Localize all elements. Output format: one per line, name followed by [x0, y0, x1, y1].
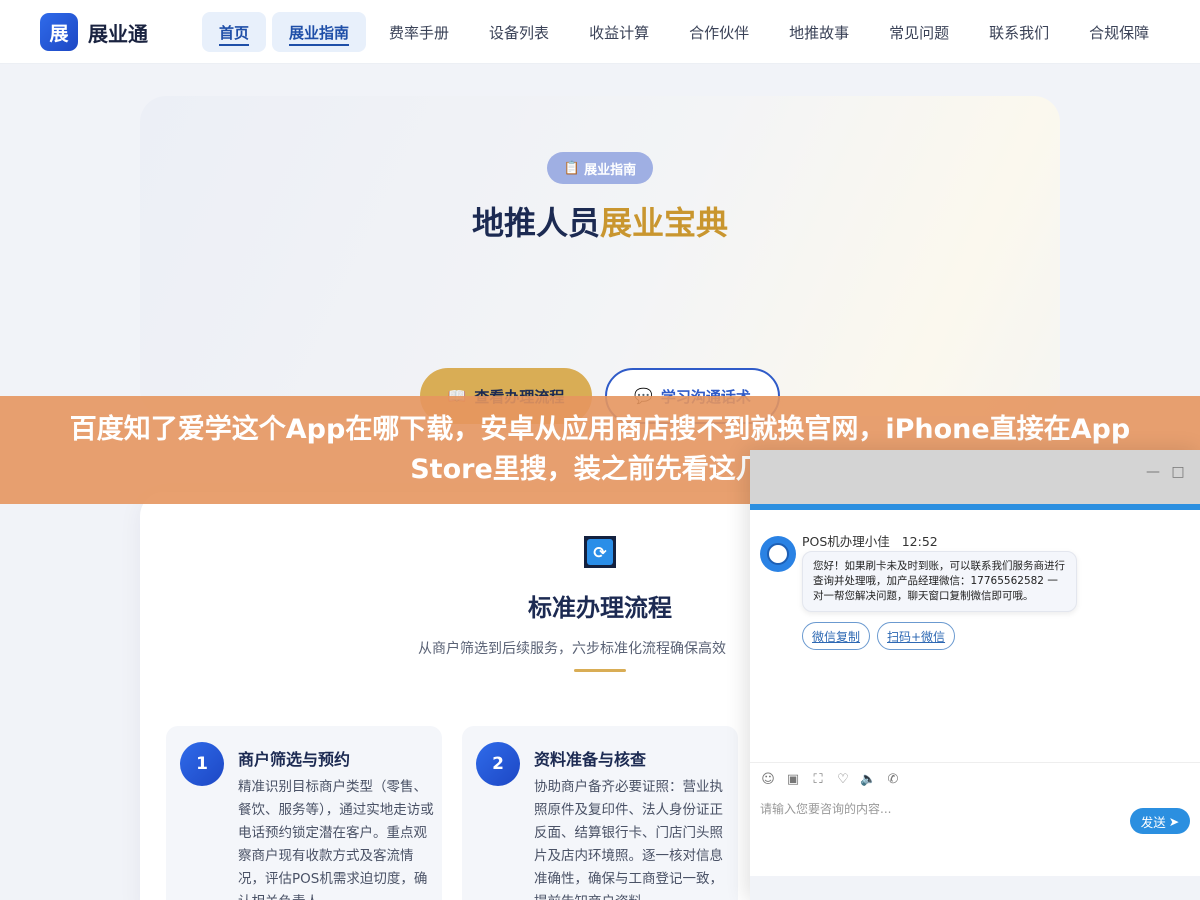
message-time: 12:52 [901, 534, 938, 549]
nav-item-contact[interactable]: 联系我们 [972, 12, 1066, 52]
hero-badge: 📋 展业指南 [547, 152, 653, 184]
chat-divider [750, 762, 1200, 763]
refresh-icon: ⟳ [584, 536, 616, 568]
nav-item-partners[interactable]: 合作伙伴 [672, 12, 766, 52]
logo[interactable]: 展 展业通 [40, 13, 148, 51]
avatar [760, 536, 796, 572]
nav-item-stories[interactable]: 地推故事 [772, 12, 866, 52]
nav-item-faq[interactable]: 常见问题 [872, 12, 966, 52]
hero-title: 地推人员展业宝典 [140, 198, 1060, 244]
step-card-1: 1 商户筛选与预约 精准识别目标商户类型（零售、餐饮、服务等），通过实地走访或电… [166, 726, 442, 900]
call-icon[interactable]: ✆ [885, 772, 901, 788]
scan-wechat-button[interactable]: 扫码+微信 [877, 622, 956, 650]
screenshot-icon[interactable]: ⛶ [810, 772, 826, 788]
nav-item-home[interactable]: 首页 [202, 12, 267, 52]
maximize-icon[interactable]: □ [1170, 464, 1186, 480]
step-title: 资料准备与核查 [534, 750, 647, 769]
step-card-2: 2 资料准备与核查 协助商户备齐必要证照：营业执照原件及复印件、法人身份证正反面… [462, 726, 738, 900]
nav-menu: 首页 展业指南 费率手册 设备列表 收益计算 合作伙伴 地推故事 常见问题 联系… [202, 12, 1166, 52]
nav-item-rates[interactable]: 费率手册 [372, 12, 466, 52]
hero-title-accent: 展业宝典 [600, 204, 729, 242]
copy-wechat-button[interactable]: 微信复制 [802, 622, 871, 650]
step-title: 商户筛选与预约 [238, 750, 351, 769]
hero-section: 📋 展业指南 地推人员展业宝典 📖 查看办理流程 💬 学习沟通话术 [140, 96, 1060, 424]
step-description: 精准识别目标商户类型（零售、餐饮、服务等），通过实地走访或电话预约锁定潜在客户。… [238, 779, 434, 900]
chat-widget: — □ POS机办理小佳 12:52 您好！如果刷卡未及时到账，可以联系我们服务… [750, 450, 1200, 900]
send-arrow-icon: ➤ [1168, 813, 1180, 829]
message-meta: POS机办理小佳 12:52 [802, 531, 938, 550]
sound-icon[interactable]: 🔈 [860, 772, 876, 788]
clipboard-icon: 📋 [563, 160, 581, 176]
chat-accent-bar [750, 504, 1200, 510]
message-bubble: 您好！如果刷卡未及时到账，可以联系我们服务商进行查询并处理哦，加产品经理微信：1… [802, 551, 1077, 612]
chat-header: — □ [750, 450, 1200, 504]
nav-item-devices[interactable]: 设备列表 [472, 12, 566, 52]
logo-mark: 展 [40, 13, 78, 51]
message-input[interactable]: 请输入您要咨询的内容... [760, 800, 891, 817]
minimize-icon[interactable]: — [1145, 464, 1161, 480]
send-button[interactable]: 发送 ➤ [1130, 808, 1190, 834]
hero-title-main: 地推人员 [471, 204, 600, 242]
chat-footer [750, 876, 1200, 900]
refresh-icon-glyph: ⟳ [587, 539, 613, 565]
emoji-icon[interactable]: ☺ [760, 772, 776, 788]
nav-item-compliance[interactable]: 合规保障 [1072, 12, 1166, 52]
step-description: 协助商户备齐必要证照：营业执照原件及复印件、法人身份证正反面、结算银行卡、门店门… [534, 779, 723, 900]
step-number: 1 [180, 742, 224, 786]
sender-name: POS机办理小佳 [802, 534, 890, 549]
step-number: 2 [476, 742, 520, 786]
section-subtitle: 从商户筛选到后续服务，六步标准化流程确保高效 [418, 641, 726, 657]
brand-name: 展业通 [88, 21, 148, 46]
top-nav: 展 展业通 首页 展业指南 费率手册 设备列表 收益计算 合作伙伴 地推故事 常… [0, 0, 1200, 64]
hero-badge-label: 展业指南 [584, 162, 637, 178]
nav-item-earnings[interactable]: 收益计算 [572, 12, 666, 52]
send-label: 发送 [1140, 814, 1166, 830]
image-icon[interactable]: ▣ [785, 772, 801, 788]
favorite-icon[interactable]: ♡ [835, 772, 851, 788]
chat-toolbar: ☺ ▣ ⛶ ♡ 🔈 ✆ [760, 772, 901, 788]
section-divider [574, 669, 626, 672]
nav-item-guide[interactable]: 展业指南 [272, 12, 367, 52]
process-card: ⟳ 标准办理流程 从商户筛选到后续服务，六步标准化流程确保高效 1 商户筛选与预… [140, 492, 760, 900]
avatar-face-icon [767, 543, 789, 565]
